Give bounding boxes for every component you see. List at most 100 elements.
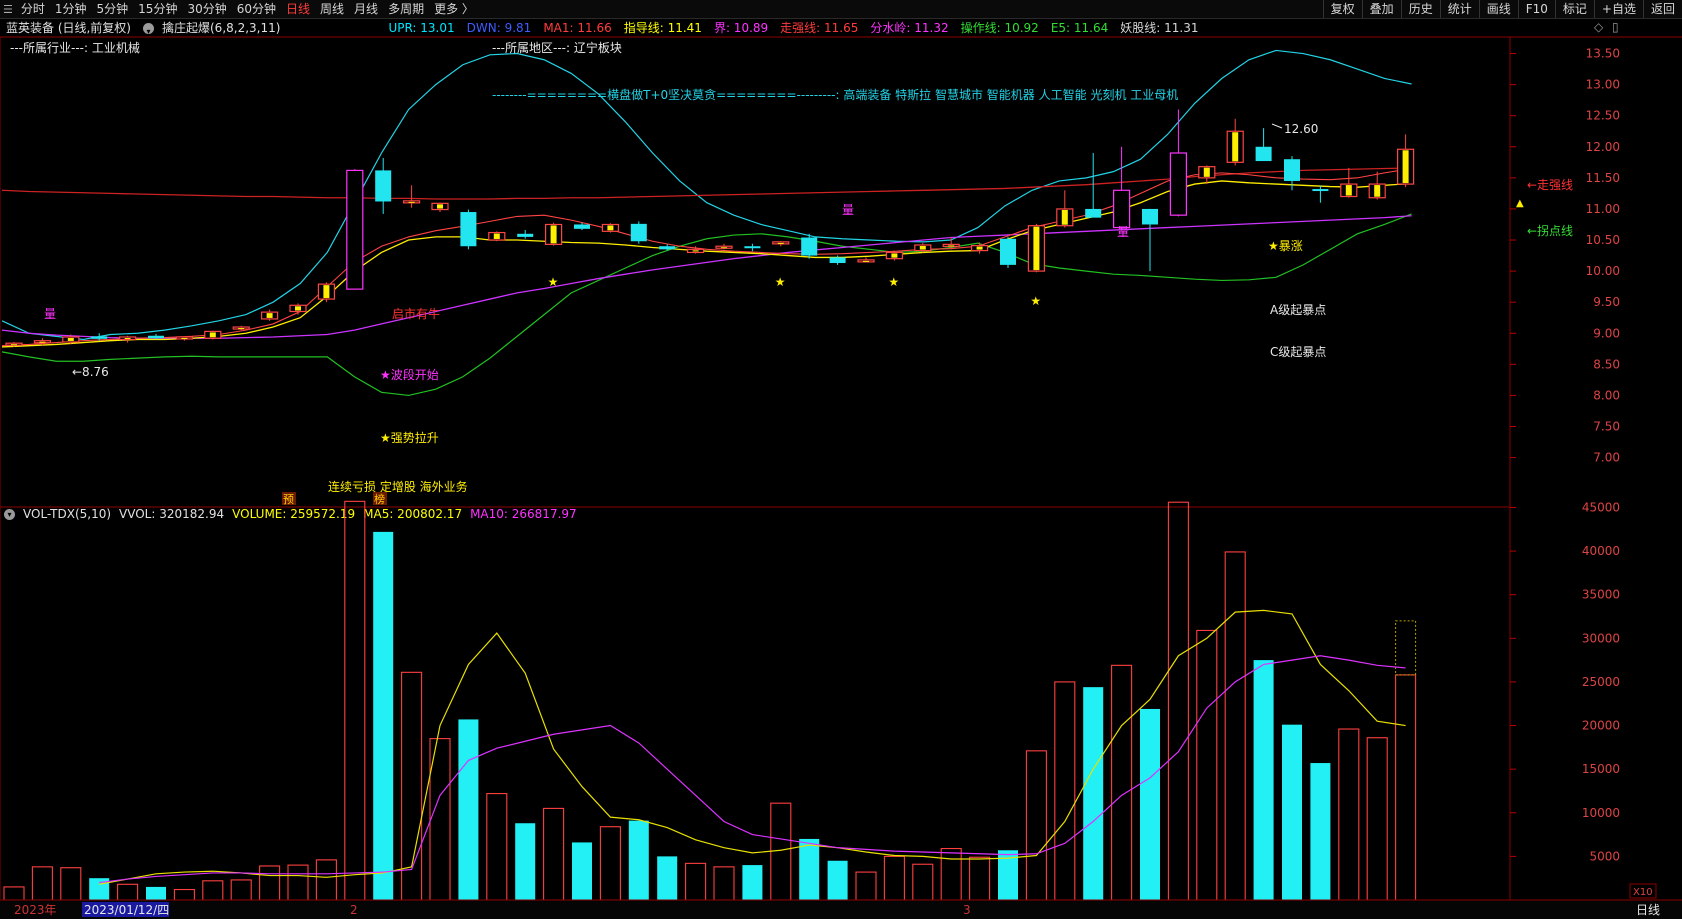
volume-bar (883, 855, 905, 901)
panel-icon: ▯ (1612, 20, 1619, 34)
volume-bar (1366, 737, 1388, 901)
volume-bar (1083, 687, 1104, 900)
volume-bar (31, 866, 53, 901)
volume-bar (1310, 763, 1331, 900)
volume-bar (315, 859, 337, 901)
candle-core (948, 245, 955, 247)
volume-bar (543, 807, 565, 901)
a-level-label: A级起暴点 (1270, 303, 1326, 317)
candle-body (1169, 152, 1188, 216)
volume-bar (146, 886, 166, 900)
yu-label: 预 (283, 493, 294, 506)
price-tick-label: 9.50 (1593, 295, 1620, 309)
candle-body (375, 170, 392, 202)
dwn-line (1, 213, 1412, 397)
volume-bar (373, 531, 394, 900)
bang-label: 榜 (374, 492, 385, 506)
candle-body (574, 224, 590, 229)
volume-bar (599, 826, 621, 901)
volume-bar (1338, 728, 1360, 901)
candle-core (181, 337, 188, 339)
candle-body (801, 237, 818, 256)
candle-core (721, 247, 727, 249)
candle-core (976, 246, 983, 250)
volume-bar (628, 820, 649, 900)
candle-core (238, 328, 245, 330)
volume-tick-label: 25000 (1582, 675, 1620, 689)
volume-bar (173, 888, 195, 901)
candle-body (1112, 189, 1131, 229)
liang-label: 量 (1117, 225, 1129, 239)
candle-core (493, 233, 500, 240)
volume-bar (344, 500, 366, 901)
period-label: 日线 (1636, 903, 1660, 917)
candle-core (1203, 167, 1210, 177)
candle-core (266, 313, 273, 318)
kline-chart[interactable]: 13.50 13.00 12.50 12.00 11.50 11.00 10.50 10.00… (0, 0, 1682, 919)
candle-core (863, 260, 869, 262)
volume-bar (60, 867, 82, 901)
candle-core (295, 306, 301, 311)
volume-bar (799, 838, 820, 900)
liang-label: 量 (842, 203, 854, 217)
price-panel-frame (0, 36, 1511, 508)
price-tick-label: 9.00 (1593, 326, 1620, 340)
volume-tick-label: 30000 (1582, 631, 1620, 645)
industry-label: ---所属行业---: 工业机械 (10, 40, 140, 55)
volume-bar (230, 879, 252, 901)
candle-body (460, 212, 477, 247)
star-marker: ★ (1030, 294, 1041, 308)
price-tick-label: 12.50 (1586, 109, 1620, 123)
volume-bar (912, 863, 934, 901)
date-label: 3 (963, 903, 971, 917)
candle-core (607, 225, 614, 231)
volume-bar (685, 862, 707, 901)
volume-bar (770, 802, 792, 901)
star-marker: ★ (548, 275, 559, 289)
candle-body (148, 335, 164, 339)
star-marker: ★ (888, 275, 899, 289)
candle-body (1312, 189, 1329, 192)
tags-label: 连续亏损 定增股 海外业务 (328, 479, 468, 494)
candle-body (91, 336, 108, 339)
price-tick-label: 7.00 (1593, 451, 1620, 465)
volume-bar (940, 847, 962, 901)
volume-bar (742, 865, 763, 900)
strong-line-label: ←走强线 (1527, 178, 1573, 192)
date-label: 2 (350, 903, 358, 917)
price-tick-label: 11.50 (1586, 171, 1620, 185)
volume-bar (117, 883, 139, 901)
volume-bar (458, 719, 479, 900)
candle-core (39, 341, 46, 343)
price-tick-label: 8.00 (1593, 388, 1620, 402)
volume-bar (1253, 660, 1274, 900)
candle-core (67, 337, 74, 341)
candle-body (744, 246, 761, 249)
wave-start-label: ★波段开始 (380, 367, 439, 382)
volume-bar (515, 823, 536, 900)
volume-bar (572, 842, 592, 900)
volume-bar (202, 880, 224, 901)
volume-tick-label: 5000 (1589, 849, 1620, 863)
price-tick-label: 13.50 (1586, 47, 1620, 61)
candle-body (1284, 159, 1300, 181)
date-label: 2023/01/12/四 (84, 903, 169, 917)
volume-bar (486, 793, 508, 901)
vol-ma5-line (99, 609, 1406, 885)
candle-core (11, 344, 17, 346)
volume-tick-label: 15000 (1582, 762, 1620, 776)
candle-core (323, 285, 330, 299)
candle-core (437, 204, 443, 209)
volume-bar (1111, 664, 1133, 901)
price-tick-label: 10.00 (1586, 264, 1620, 278)
star-marker: ★ (775, 275, 786, 289)
candle-core (1061, 209, 1068, 225)
candle-core (1345, 185, 1352, 196)
volume-bar (969, 856, 991, 901)
price-tick-label: 7.50 (1593, 419, 1620, 433)
volume-bar (855, 871, 877, 901)
low-price-label: ←8.76 (72, 365, 109, 379)
volume-bar (713, 866, 735, 901)
volume-tick-label: 35000 (1582, 588, 1620, 602)
volume-bar (1054, 681, 1076, 901)
